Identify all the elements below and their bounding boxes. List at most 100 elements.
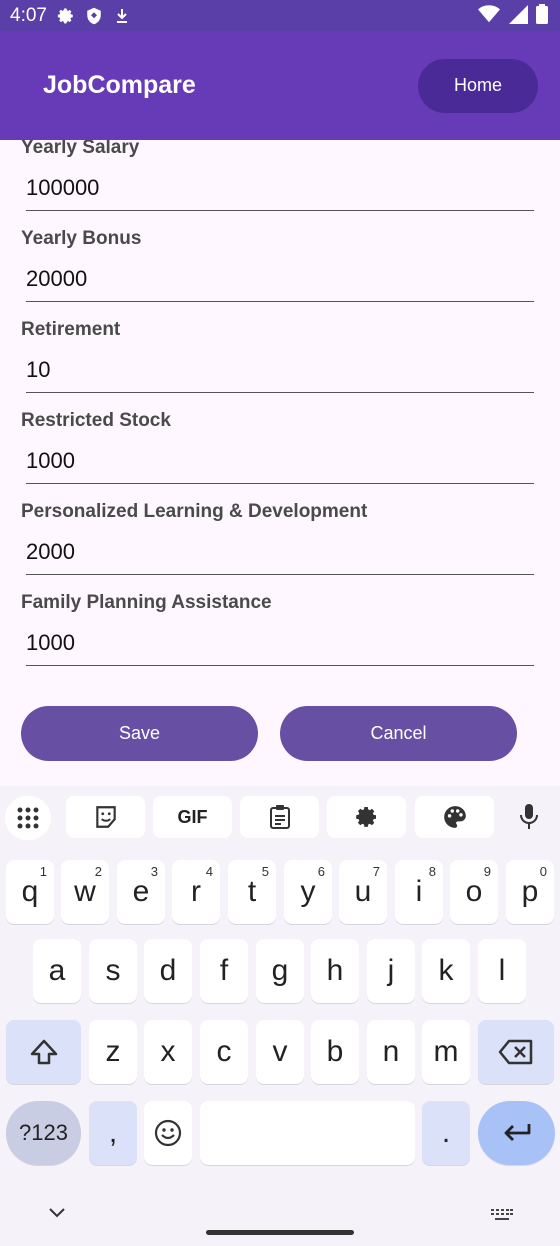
key-label: p xyxy=(521,875,539,908)
key-hint: 7 xyxy=(372,864,380,879)
gif-button[interactable]: GIF xyxy=(153,796,232,838)
key-t[interactable]: t5 xyxy=(228,860,276,924)
key-p[interactable]: p0 xyxy=(506,860,554,924)
backspace-key[interactable] xyxy=(478,1020,554,1084)
emoji-key[interactable] xyxy=(144,1101,192,1165)
mic-icon[interactable] xyxy=(505,796,553,838)
key-e[interactable]: e3 xyxy=(117,860,165,924)
key-hint: 6 xyxy=(317,864,325,879)
clipboard-icon[interactable] xyxy=(240,796,319,838)
key-label: r xyxy=(191,875,201,908)
app-bar: JobCompare Home xyxy=(0,31,560,140)
field-label: Restricted Stock xyxy=(21,410,171,431)
key-s[interactable]: s xyxy=(89,939,137,1003)
key-m[interactable]: m xyxy=(422,1020,470,1084)
learning-development-field: Personalized Learning & Development 2000 xyxy=(21,501,534,575)
enter-icon xyxy=(504,1124,530,1141)
key-label: w xyxy=(74,875,96,908)
key-f[interactable]: f xyxy=(200,939,248,1003)
key-u[interactable]: u7 xyxy=(339,860,387,924)
key-w[interactable]: w2 xyxy=(61,860,109,924)
gear-icon[interactable] xyxy=(327,796,406,838)
yearly-bonus-field: Yearly Bonus 20000 xyxy=(21,228,534,302)
space-bar[interactable] xyxy=(200,1101,415,1165)
key-label: q xyxy=(21,875,39,908)
key-a[interactable]: a xyxy=(33,939,81,1003)
status-bar: 4:07 xyxy=(0,0,560,31)
job-form: Yearly Salary 100000 Yearly Bonus 20000 … xyxy=(0,140,560,786)
field-label: Personalized Learning & Development xyxy=(21,501,368,522)
restricted-stock-field: Restricted Stock 1000 xyxy=(21,410,534,484)
key-q[interactable]: q1 xyxy=(6,860,54,924)
yearly-salary-field: Yearly Salary 100000 xyxy=(21,140,534,211)
key-label: i xyxy=(415,875,423,908)
shift-icon xyxy=(30,1039,57,1065)
apps-grid-icon[interactable] xyxy=(5,796,51,840)
family-planning-field: Family Planning Assistance 1000 xyxy=(21,592,534,666)
emoji-icon xyxy=(154,1119,182,1147)
key-label: y xyxy=(300,875,316,908)
palette-icon[interactable] xyxy=(415,796,494,838)
key-o[interactable]: o9 xyxy=(450,860,498,924)
key-l[interactable]: l xyxy=(478,939,526,1003)
family-planning-input[interactable]: 1000 xyxy=(26,630,534,666)
key-hint: 3 xyxy=(150,864,158,879)
home-button[interactable]: Home xyxy=(418,58,538,113)
key-x[interactable]: x xyxy=(144,1020,192,1084)
cancel-button[interactable]: Cancel xyxy=(280,706,517,761)
sticker-icon[interactable] xyxy=(66,796,145,838)
field-label: Yearly Salary xyxy=(21,140,140,158)
keyboard-toolbar: GIF xyxy=(5,796,555,840)
key-j[interactable]: j xyxy=(367,939,415,1003)
enter-key[interactable] xyxy=(478,1101,555,1165)
shield-icon xyxy=(83,5,105,27)
key-v[interactable]: v xyxy=(256,1020,304,1084)
hide-keyboard-icon[interactable] xyxy=(48,1206,66,1224)
learning-development-input[interactable]: 2000 xyxy=(26,539,534,575)
keyboard-switch-icon[interactable] xyxy=(490,1208,514,1227)
key-h[interactable]: h xyxy=(311,939,359,1003)
navigation-bar xyxy=(0,1186,560,1246)
key-hint: 2 xyxy=(94,864,102,879)
field-label: Retirement xyxy=(21,319,121,340)
key-hint: 1 xyxy=(39,864,47,879)
shift-key[interactable] xyxy=(6,1020,81,1084)
key-n[interactable]: n xyxy=(367,1020,415,1084)
retirement-input[interactable]: 10 xyxy=(26,357,534,393)
soft-keyboard: GIF q1 w2 e3 r4 t5 y6 u7 i8 o9 p0 a s d … xyxy=(0,786,560,1246)
key-r[interactable]: r4 xyxy=(172,860,220,924)
app-title: JobCompare xyxy=(43,71,196,99)
key-g[interactable]: g xyxy=(256,939,304,1003)
key-label: o xyxy=(465,875,483,908)
key-y[interactable]: y6 xyxy=(284,860,332,924)
key-hint: 5 xyxy=(261,864,269,879)
key-hint: 8 xyxy=(428,864,436,879)
save-button[interactable]: Save xyxy=(21,706,258,761)
retirement-field: Retirement 10 xyxy=(21,319,534,393)
key-d[interactable]: d xyxy=(144,939,192,1003)
battery-icon xyxy=(536,4,548,30)
field-label: Family Planning Assistance xyxy=(21,592,272,613)
key-c[interactable]: c xyxy=(200,1020,248,1084)
key-hint: 0 xyxy=(539,864,547,879)
restricted-stock-input[interactable]: 1000 xyxy=(26,448,534,484)
key-hint: 4 xyxy=(205,864,213,879)
comma-key[interactable]: , xyxy=(89,1101,137,1165)
key-b[interactable]: b xyxy=(311,1020,359,1084)
key-k[interactable]: k xyxy=(422,939,470,1003)
signal-icon xyxy=(508,4,528,30)
home-handle[interactable] xyxy=(206,1230,354,1235)
form-actions: Save Cancel xyxy=(21,706,517,761)
wifi-icon xyxy=(478,4,500,30)
key-label: u xyxy=(354,875,372,908)
gear-icon xyxy=(55,5,77,27)
key-z[interactable]: z xyxy=(89,1020,137,1084)
key-i[interactable]: i8 xyxy=(395,860,443,924)
yearly-bonus-input[interactable]: 20000 xyxy=(26,266,534,302)
period-key[interactable]: . xyxy=(422,1101,470,1165)
symbols-key[interactable]: ?123 xyxy=(6,1101,81,1165)
yearly-salary-input[interactable]: 100000 xyxy=(26,175,534,211)
field-label: Yearly Bonus xyxy=(21,228,142,249)
backspace-icon xyxy=(498,1039,533,1065)
key-label: t xyxy=(247,875,257,908)
